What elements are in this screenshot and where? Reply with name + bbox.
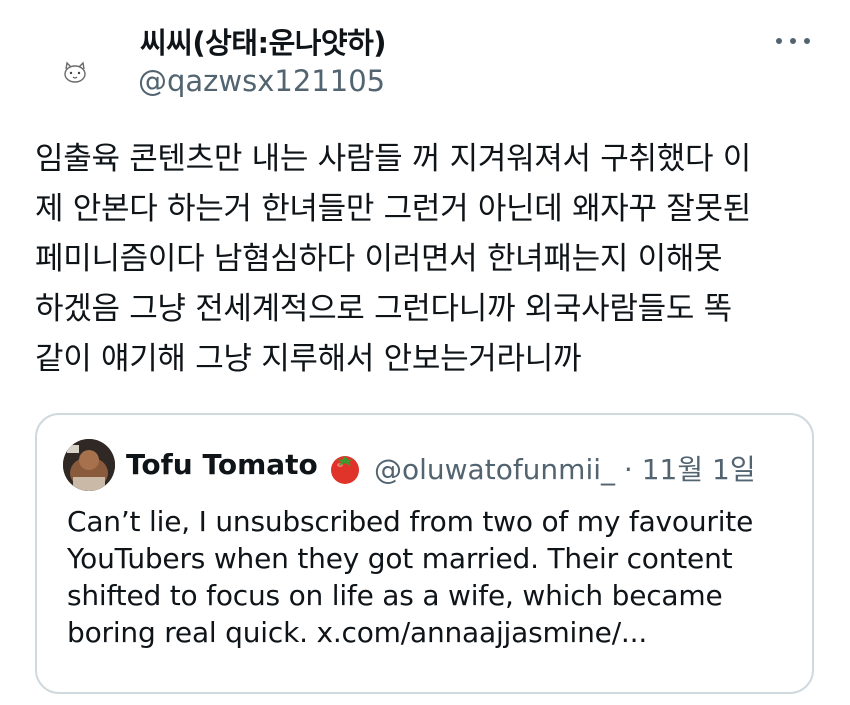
tweet-text: 임출육 콘텐츠만 내는 사람들 꺼 지겨워져서 구취했다 이 제 안본다 하는거… [35,134,825,384]
more-horizontal-icon [790,38,796,44]
quoted-text-line: shifted to focus on life as a wife, whic… [67,579,723,612]
quoted-text-line: Can’t lie, I unsubscribed from two of my… [67,505,754,538]
quoted-text-line: YouTubers when they got married. Their c… [67,542,733,575]
author-handle[interactable]: @qazwsx121105 [138,64,385,98]
quoted-handle-and-date[interactable]: @oluwatofunmii_ · 11월 1일 [374,448,756,488]
tweet-text-line: 페미니즘이다 남혐심하다 이러면서 한녀패는지 이해못 [35,241,723,277]
more-options-button[interactable] [776,28,810,54]
cartoon-cat-avatar-icon [64,61,86,83]
tomato-icon [331,456,359,484]
tweet-text-line: 임출육 콘텐츠만 내는 사람들 꺼 지겨워져서 구취했다 이 [35,141,751,177]
tweet-text-line: 하겠음 그냥 전세계적으로 그런다니까 외국사람들도 똑 [35,291,732,327]
author-avatar[interactable] [36,28,112,104]
tweet-text-line: 같이 얘기해 그냥 지루해서 안보는거라니까 [35,341,582,377]
tweet-text-line: 제 안본다 하는거 한녀들만 그런거 아닌데 왜자꾸 잘못된 [35,191,751,227]
more-horizontal-icon [776,38,782,44]
quoted-text-line: boring real quick. x.com/annaajjasmine/.… [67,616,648,649]
quoted-author-avatar[interactable] [63,439,115,491]
quoted-author-name[interactable]: Tofu Tomato [126,448,318,481]
author-display-name[interactable]: 씨씨(상태:운나얏하) [140,20,387,62]
quoted-tweet-text: Can’t lie, I unsubscribed from two of my… [67,503,802,651]
profile-photo-icon [63,439,115,491]
quoted-tweet-card[interactable]: Tofu Tomato @oluwatofunmii_ · 11월 1일 Can… [35,413,814,694]
more-horizontal-icon [804,38,810,44]
